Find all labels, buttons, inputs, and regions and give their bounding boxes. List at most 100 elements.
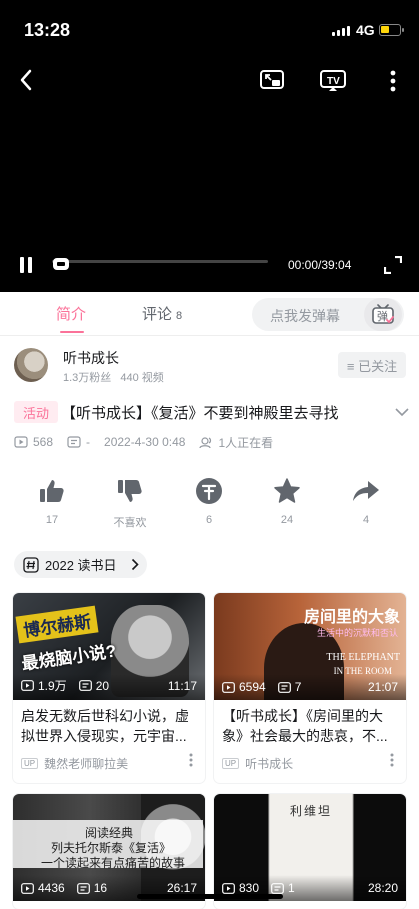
- back-icon[interactable]: [14, 68, 38, 92]
- danmu-placeholder: 点我发弹幕: [270, 308, 340, 324]
- card-danmaku: 7: [294, 680, 302, 694]
- battery-icon: [379, 24, 404, 36]
- coin-count: 6: [205, 514, 213, 526]
- danmaku-count-icon: [76, 882, 90, 894]
- card-duration: 21:07: [367, 680, 398, 694]
- thumb-text-3: 一个读起来有点痛苦的故事: [41, 856, 186, 870]
- topic-label: 2022 读书日: [45, 558, 117, 573]
- uploader-videos: 440 视频: [120, 372, 164, 384]
- card-title: 启发无数后世科幻小说，虚拟世界入侵现实，元宇宙...: [21, 708, 189, 744]
- chevron-right-icon: [131, 558, 139, 574]
- tab-indicator: [60, 331, 84, 333]
- follow-button[interactable]: ≡ 已关注: [338, 352, 406, 378]
- danmaku-count-icon: [67, 436, 81, 448]
- svg-text:TV: TV: [327, 76, 340, 87]
- card-duration: 28:20: [367, 881, 398, 895]
- danmaku-count-icon: [277, 681, 291, 693]
- pip-icon[interactable]: [258, 68, 286, 92]
- video-card[interactable]: 阅读经典 列夫托尔斯泰《复活》 一个读起来有点痛苦的故事 4436 16 26:…: [13, 794, 205, 909]
- pause-icon[interactable]: [14, 254, 38, 276]
- video-player[interactable]: 13:28 4G TV 00:00/39:04: [0, 0, 419, 292]
- play-count-icon: [21, 680, 34, 691]
- play-count-icon: [222, 882, 235, 894]
- card-danmaku: 1: [288, 881, 295, 895]
- card-danmaku: 16: [93, 881, 108, 895]
- dislike-button[interactable]: 不喜欢: [100, 476, 160, 530]
- card-up-name: 魏然老师聊拉美: [44, 757, 129, 771]
- up-badge: UP: [222, 758, 240, 769]
- coin-button[interactable]: 6: [179, 476, 239, 526]
- fullscreen-icon[interactable]: [382, 254, 404, 276]
- thumb-text-1: 房间里的大象: [303, 609, 400, 626]
- progress-knob[interactable]: [53, 258, 69, 270]
- danmu-toggle-button[interactable]: 弹: [364, 298, 402, 331]
- tab-comments[interactable]: 评论 8: [142, 303, 182, 324]
- share-count: 4: [362, 514, 370, 526]
- card-meta: 6594 7 21:07: [222, 680, 398, 694]
- comment-count: 8: [176, 310, 183, 322]
- time-display: 00:00/39:04: [288, 258, 352, 272]
- topic-tag[interactable]: 2022 读书日: [14, 551, 147, 578]
- more-vertical-icon[interactable]: [390, 753, 394, 772]
- video-card[interactable]: 博尔赫斯 最烧脑小说? 1.9万 20 11:17 启发无数后世科幻小说，虚拟世…: [13, 593, 205, 783]
- card-uploader[interactable]: UP 听书成长: [222, 755, 293, 772]
- card-duration: 26:17: [166, 881, 197, 895]
- progress-bar[interactable]: [52, 260, 268, 263]
- more-vertical-icon[interactable]: [189, 753, 193, 772]
- dislike-label: 不喜欢: [113, 517, 147, 529]
- thumb-text-1: 博尔赫斯: [15, 605, 99, 644]
- network-label: 4G: [356, 22, 375, 38]
- chevron-down-icon[interactable]: [395, 404, 409, 422]
- tab-intro[interactable]: 简介: [56, 303, 86, 324]
- share-button[interactable]: 4: [336, 476, 396, 526]
- status-time: 13:28: [24, 20, 71, 40]
- activity-badge: 活动: [14, 401, 58, 423]
- avatar[interactable]: [14, 348, 48, 382]
- danmaku-count: -: [86, 435, 91, 449]
- viewers-icon: [199, 436, 212, 448]
- play-count-icon: [14, 436, 28, 448]
- video-stats: 568 - 2022-4-30 0:48 1人正在看: [14, 433, 409, 451]
- signal-icon: [332, 26, 350, 36]
- video-thumbnail: 房间里的大象 生活中的沉默和否认 THE ELEPHANT IN THE ROO…: [214, 593, 406, 700]
- play-count-icon: [21, 882, 34, 894]
- video-card[interactable]: 房间里的大象 生活中的沉默和否认 THE ELEPHANT IN THE ROO…: [214, 593, 406, 783]
- card-uploader[interactable]: UP 魏然老师聊拉美: [21, 755, 128, 772]
- video-card[interactable]: 利维坦 830 1 28:20: [214, 794, 406, 909]
- cast-tv-icon[interactable]: TV: [318, 68, 348, 94]
- thumb-up-icon: [22, 476, 82, 506]
- action-bar: 17 不喜欢 6 24 4: [0, 476, 419, 531]
- view-count: 568: [33, 435, 54, 449]
- star-icon: [257, 476, 317, 506]
- hashtag-icon: [23, 556, 39, 573]
- danmu-glyph: 弹: [377, 309, 388, 323]
- card-meta: 830 1 28:20: [222, 881, 398, 895]
- card-duration: 11:17: [167, 678, 197, 693]
- tab-comments-label: 评论: [142, 306, 173, 323]
- up-badge: UP: [21, 758, 39, 769]
- more-vertical-icon[interactable]: [383, 68, 403, 94]
- uploader-name[interactable]: 听书成长: [63, 348, 119, 368]
- card-views: 4436: [38, 881, 65, 895]
- video-thumbnail: 阅读经典 列夫托尔斯泰《复活》 一个读起来有点痛苦的故事 4436 16 26:…: [13, 794, 205, 901]
- play-count-icon: [222, 681, 235, 693]
- home-indicator[interactable]: [137, 894, 283, 899]
- video-thumbnail: 博尔赫斯 最烧脑小说? 1.9万 20 11:17: [13, 593, 205, 700]
- thumb-text-3: THE ELEPHANT: [326, 652, 400, 663]
- video-title: 【听书成长】《复活》不要到神殿里去寻找: [61, 405, 339, 422]
- thumb-text-2: 最烧脑小说?: [20, 641, 118, 674]
- watching-count: 1人正在看: [218, 435, 274, 450]
- thumb-text-1: 利维坦: [290, 804, 333, 818]
- favorite-button[interactable]: 24: [257, 476, 317, 526]
- card-up-name: 听书成长: [245, 757, 294, 771]
- like-count: 17: [45, 514, 59, 526]
- video-title-row[interactable]: 活动 【听书成长】《复活》不要到神殿里去寻找: [14, 400, 409, 424]
- card-title: 【听书成长】《房间里的大象》社会最大的悲哀，不...: [222, 708, 388, 744]
- coin-icon: [179, 476, 239, 506]
- thumb-down-icon: [100, 476, 160, 506]
- thumb-text-2: 生活中的沉默和否认: [316, 628, 398, 638]
- like-button[interactable]: 17: [22, 476, 82, 526]
- card-views: 1.9万: [38, 679, 67, 693]
- danmaku-count-icon: [78, 680, 92, 691]
- uploader-fans: 1.3万粉丝: [63, 372, 112, 384]
